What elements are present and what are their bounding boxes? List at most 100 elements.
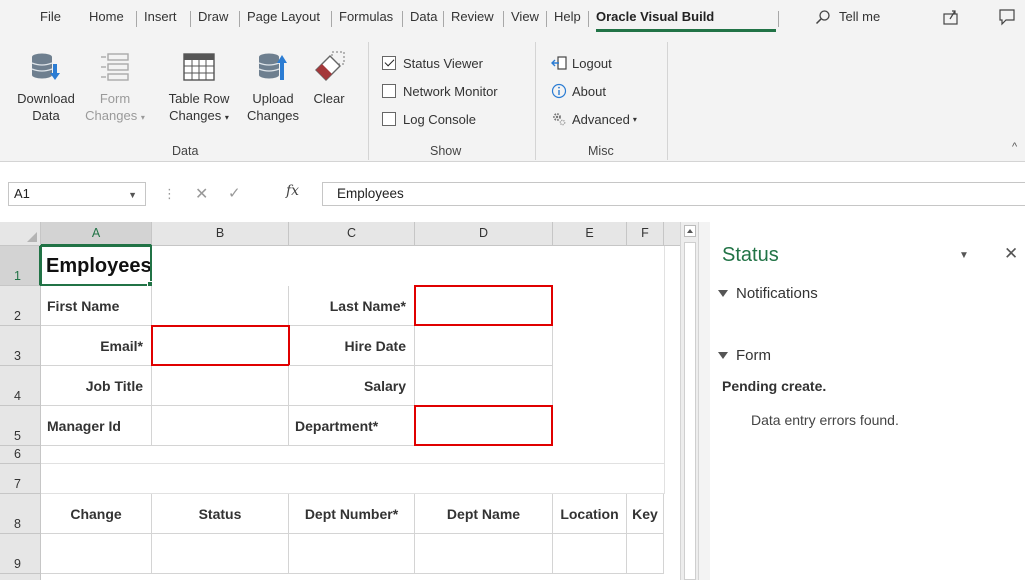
tab-insert[interactable]: Insert bbox=[144, 9, 177, 24]
pending-status: Pending create. bbox=[722, 378, 827, 394]
tab-draw[interactable]: Draw bbox=[198, 9, 228, 24]
row-header-9[interactable]: 9 bbox=[0, 534, 41, 574]
table-cell[interactable] bbox=[152, 534, 289, 574]
manager-id-input[interactable] bbox=[152, 406, 289, 446]
tab-page-layout[interactable]: Page Layout bbox=[247, 9, 320, 24]
collapse-ribbon-icon[interactable]: ^ bbox=[1012, 141, 1017, 153]
table-cell[interactable] bbox=[289, 534, 415, 574]
share-icon[interactable] bbox=[940, 7, 962, 27]
tab-review[interactable]: Review bbox=[451, 9, 494, 24]
department-input[interactable] bbox=[414, 405, 553, 446]
tab-oracle-visual-build[interactable]: Oracle Visual Build bbox=[596, 9, 714, 24]
table-header-dept-number[interactable]: Dept Number* bbox=[289, 494, 415, 534]
tab-formulas[interactable]: Formulas bbox=[339, 9, 393, 24]
close-icon[interactable]: ✕ bbox=[1004, 244, 1018, 264]
error-message: Data entry errors found. bbox=[751, 412, 899, 428]
network-monitor-checkbox[interactable]: Network Monitor bbox=[382, 80, 498, 102]
column-header-a[interactable]: A bbox=[41, 222, 152, 246]
show-group-label: Show bbox=[430, 144, 462, 158]
comment-icon[interactable] bbox=[996, 7, 1018, 27]
sheet-title[interactable]: Employees bbox=[41, 246, 341, 286]
email-label: Email* bbox=[41, 326, 152, 366]
row-header-6[interactable]: 6 bbox=[0, 446, 41, 464]
data-group-label: Data bbox=[172, 144, 199, 158]
clear-button[interactable]: Clear bbox=[306, 50, 352, 107]
row-header-7[interactable]: 7 bbox=[0, 464, 41, 494]
download-data-button[interactable]: Download Data bbox=[14, 50, 78, 124]
info-icon bbox=[551, 83, 567, 99]
email-input[interactable] bbox=[151, 325, 290, 366]
search-icon[interactable] bbox=[815, 9, 831, 25]
download-data-icon bbox=[31, 53, 60, 80]
tab-help[interactable]: Help bbox=[554, 9, 581, 24]
tell-me-search[interactable]: Tell me bbox=[839, 9, 880, 24]
table-row-changes-icon bbox=[183, 53, 215, 81]
row-header-2[interactable]: 2 bbox=[0, 286, 41, 326]
formula-bar-grip: ⋮ bbox=[163, 186, 176, 201]
table-row-changes-button[interactable]: Table Row Changes ▾ bbox=[164, 50, 234, 126]
table-header-dept-name[interactable]: Dept Name bbox=[415, 494, 553, 534]
upload-changes-button[interactable]: Upload Changes bbox=[242, 50, 304, 124]
ribbon-tab-bar: File Home Insert Draw Page Layout Formul… bbox=[0, 0, 1025, 34]
scroll-up-arrow-icon[interactable] bbox=[684, 225, 696, 237]
clear-icon bbox=[315, 51, 345, 81]
pane-options-icon[interactable]: ▼ bbox=[959, 250, 969, 261]
last-name-input[interactable] bbox=[414, 285, 553, 326]
insert-function-icon[interactable]: fx bbox=[286, 183, 299, 199]
notifications-section-toggle[interactable]: Notifications bbox=[718, 285, 818, 302]
worksheet-grid[interactable]: A B C D E F 1 2 3 4 5 6 7 8 9 Employees … bbox=[0, 222, 680, 580]
table-cell[interactable] bbox=[627, 534, 664, 574]
form-section-toggle[interactable]: Form bbox=[718, 347, 771, 364]
table-cell[interactable] bbox=[415, 534, 553, 574]
salary-input[interactable] bbox=[415, 366, 553, 406]
formula-input[interactable]: Employees bbox=[322, 182, 1025, 206]
enter-icon[interactable]: ✓ bbox=[228, 184, 241, 202]
job-title-input[interactable] bbox=[152, 366, 289, 406]
chevron-down-icon: ▾ bbox=[632, 114, 637, 124]
row-header-1[interactable]: 1 bbox=[0, 246, 41, 286]
tab-file[interactable]: File bbox=[40, 9, 61, 24]
checkbox-unchecked bbox=[382, 112, 396, 126]
column-header-d[interactable]: D bbox=[415, 222, 553, 246]
cancel-icon[interactable]: ✕ bbox=[195, 184, 208, 204]
hire-date-input[interactable] bbox=[415, 326, 553, 366]
table-header-status[interactable]: Status bbox=[152, 494, 289, 534]
name-box[interactable]: A1 ▼ bbox=[8, 182, 146, 206]
ribbon: Download Data Form Changes ▾ Table Row C… bbox=[0, 34, 1025, 162]
column-header-e[interactable]: E bbox=[553, 222, 627, 246]
chevron-down-icon[interactable]: ▼ bbox=[128, 190, 137, 200]
pane-splitter[interactable] bbox=[698, 222, 710, 580]
tab-home[interactable]: Home bbox=[89, 9, 124, 24]
status-viewer-checkbox[interactable]: Status Viewer bbox=[382, 52, 483, 74]
status-pane: Status ▼ ✕ Notifications Form Pending cr… bbox=[710, 222, 1025, 580]
misc-group-label: Misc bbox=[588, 144, 614, 158]
row-header-8[interactable]: 8 bbox=[0, 494, 41, 534]
column-header-f[interactable]: F bbox=[627, 222, 664, 246]
row-header-5[interactable]: 5 bbox=[0, 406, 41, 446]
scrollbar-thumb[interactable] bbox=[684, 242, 696, 580]
column-header-c[interactable]: C bbox=[289, 222, 415, 246]
row-header-4[interactable]: 4 bbox=[0, 366, 41, 406]
last-name-label: Last Name* bbox=[289, 286, 415, 326]
job-title-label: Job Title bbox=[41, 366, 152, 406]
table-header-location[interactable]: Location bbox=[553, 494, 627, 534]
table-header-key[interactable]: Key bbox=[627, 494, 664, 534]
vertical-scrollbar[interactable] bbox=[680, 222, 698, 580]
first-name-input[interactable] bbox=[152, 286, 289, 326]
table-cell[interactable] bbox=[553, 534, 627, 574]
manager-id-label: Manager Id bbox=[41, 406, 152, 446]
logout-icon bbox=[551, 56, 567, 70]
table-header-change[interactable]: Change bbox=[41, 494, 152, 534]
form-changes-button[interactable]: Form Changes ▾ bbox=[85, 50, 145, 126]
chevron-down-icon: ▾ bbox=[140, 113, 145, 122]
select-all-corner[interactable] bbox=[0, 222, 41, 246]
log-console-checkbox[interactable]: Log Console bbox=[382, 108, 476, 130]
logout-button[interactable]: Logout bbox=[551, 52, 612, 74]
column-header-b[interactable]: B bbox=[152, 222, 289, 246]
row-header-3[interactable]: 3 bbox=[0, 326, 41, 366]
advanced-button[interactable]: Advanced ▾ bbox=[551, 108, 637, 130]
tab-view[interactable]: View bbox=[511, 9, 539, 24]
about-button[interactable]: About bbox=[551, 80, 606, 102]
table-cell[interactable] bbox=[41, 534, 152, 574]
tab-data[interactable]: Data bbox=[410, 9, 437, 24]
